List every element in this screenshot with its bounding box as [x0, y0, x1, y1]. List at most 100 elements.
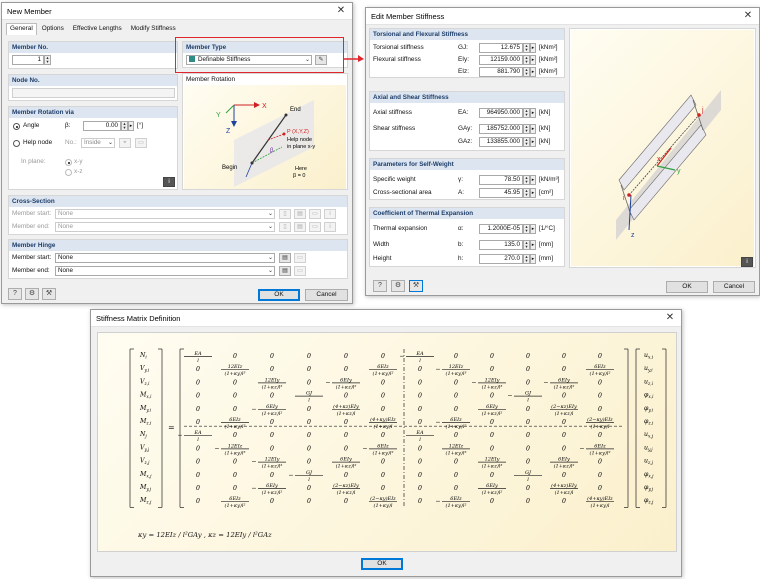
- matrix-entry-zero: 0: [381, 472, 385, 479]
- matrix-entry-zero: 0: [381, 379, 385, 386]
- matrix-entry-zero: 0: [598, 432, 602, 439]
- angle-arrow-button[interactable]: ▸: [128, 121, 134, 131]
- specific-weight-input[interactable]: 78.50: [479, 175, 523, 185]
- gaz-spinner[interactable]: ▴ ▾: [523, 137, 530, 147]
- eiz-arrow[interactable]: ▸: [530, 67, 536, 77]
- node-no-input: [12, 88, 175, 98]
- matrix-entry-zero: 0: [490, 419, 494, 426]
- matrix-entry: − 6EIy(1+κz)l²: [251, 483, 286, 496]
- cs-start-value: None: [58, 210, 74, 217]
- tab-effective-lengths[interactable]: Effective Lengths: [69, 23, 126, 35]
- help-icon[interactable]: ?: [8, 288, 22, 300]
- alpha-arrow[interactable]: ▸: [530, 224, 536, 234]
- alpha-input[interactable]: 1.2000E-05: [479, 224, 523, 234]
- matrix-panel: Ni Vy,i Vz,i Mx,i My,i Mz,i Nj Vy,j Vz,j Mx,j My,j…: [97, 332, 677, 552]
- eiz-spinner[interactable]: ▴ ▾: [523, 67, 530, 77]
- close-icon[interactable]: ✕: [330, 3, 352, 19]
- hinge-start-new-icon[interactable]: ▤: [279, 253, 291, 263]
- angle-spinner[interactable]: ▴ ▾: [121, 121, 128, 131]
- width-arrow[interactable]: ▸: [530, 240, 536, 250]
- ea-spinner[interactable]: ▴ ▾: [523, 108, 530, 118]
- eiy-arrow[interactable]: ▸: [530, 55, 536, 65]
- tab-options[interactable]: Options: [38, 23, 68, 35]
- area-input[interactable]: 45.95: [479, 188, 523, 198]
- ea-arrow[interactable]: ▸: [530, 108, 536, 118]
- hinge-end-new-icon[interactable]: ▤: [279, 266, 291, 276]
- axial-stiffness-label: Axial stiffness: [373, 109, 412, 116]
- entry-denominator: (1+κy)l³: [225, 449, 246, 456]
- entry-numerator: 6EIz: [450, 417, 462, 423]
- height-arrow[interactable]: ▸: [530, 254, 536, 264]
- matrix-entry-zero: 0: [381, 393, 385, 400]
- width-spinner[interactable]: ▴ ▾: [523, 240, 530, 250]
- matrix-entry-zero: 0: [454, 353, 458, 360]
- settings-icon[interactable]: ⚒: [42, 288, 56, 300]
- minus-sign: −: [399, 353, 404, 360]
- node-no-group: Node No.: [8, 74, 178, 101]
- gay-input[interactable]: 185752.000: [479, 124, 523, 134]
- angle-input[interactable]: 0.00: [83, 121, 121, 131]
- eiy-symbol: EIy:: [458, 56, 470, 63]
- hinge-end-select[interactable]: None ⌄: [55, 266, 275, 276]
- area-spinner[interactable]: ▴ ▾: [523, 188, 530, 198]
- eiz-input[interactable]: 881.790: [479, 67, 523, 77]
- ok-button[interactable]: OK: [258, 289, 300, 301]
- specific-weight-arrow[interactable]: ▸: [530, 175, 536, 185]
- tab-general[interactable]: General: [6, 23, 37, 35]
- gay-arrow[interactable]: ▸: [530, 124, 536, 134]
- eiy-input[interactable]: 12159.000: [479, 55, 523, 65]
- gj-arrow[interactable]: ▸: [530, 43, 536, 53]
- gaz-arrow[interactable]: ▸: [530, 137, 536, 147]
- width-label: Width: [373, 241, 390, 248]
- info-icon[interactable]: i: [163, 177, 175, 187]
- hinge-start-select[interactable]: None ⌄: [55, 253, 275, 263]
- matrix-entry-zero: 0: [598, 393, 602, 400]
- matrix-entry-zero: 0: [196, 393, 200, 400]
- tab-modify-stiffness[interactable]: Modify Stiffness: [127, 23, 180, 35]
- member-no-input[interactable]: 1: [12, 55, 44, 65]
- entry-numerator: (2−κz)EIy: [333, 482, 359, 489]
- cancel-button[interactable]: Cancel: [713, 281, 755, 293]
- matrix-entry-zero: 0: [344, 366, 348, 373]
- minus-sign: −: [214, 445, 219, 452]
- height-input[interactable]: 270.0: [479, 254, 523, 264]
- angle-radio[interactable]: [13, 123, 20, 130]
- matrix-entry-zero: 0: [233, 472, 237, 479]
- help-node-radio[interactable]: [13, 140, 20, 147]
- help-icon[interactable]: ?: [373, 280, 387, 292]
- entry-denominator: (1+κz)l: [555, 489, 574, 496]
- matrix-entry-zero: 0: [233, 353, 237, 360]
- matrix-entry: (2−κy)EIz(1+κy)l: [586, 416, 614, 430]
- units-icon[interactable]: ⚙: [391, 280, 405, 292]
- width-input[interactable]: 135.0: [479, 240, 523, 250]
- gj-input[interactable]: 12.675: [479, 43, 523, 53]
- close-icon[interactable]: ✕: [737, 8, 759, 24]
- ok-button[interactable]: OK: [361, 558, 403, 570]
- units-icon[interactable]: ⚙: [25, 288, 39, 300]
- height-spinner[interactable]: ▴ ▾: [523, 254, 530, 264]
- minus-sign: −: [362, 445, 367, 452]
- title-bar: Stiffness Matrix Definition ✕: [91, 310, 681, 327]
- gaz-input[interactable]: 133855.000: [479, 137, 523, 147]
- alpha-spinner[interactable]: ▴ ▾: [523, 224, 530, 234]
- member-no-spinner[interactable]: ▴ ▾: [44, 55, 51, 65]
- gj-spinner[interactable]: ▴ ▾: [523, 43, 530, 53]
- info-icon[interactable]: i: [741, 257, 753, 267]
- ok-button[interactable]: OK: [666, 281, 708, 293]
- entry-denominator: (1+κz)l: [555, 410, 574, 417]
- settings-icon[interactable]: ⚒: [409, 280, 423, 292]
- cancel-button[interactable]: Cancel: [305, 289, 348, 301]
- matrix-entry-zero: 0: [562, 419, 566, 426]
- matrix-entry-zero: 0: [233, 432, 237, 439]
- matrix-entry-zero: 0: [270, 445, 274, 452]
- rotation-diagram-svg: X Z Y End Begin P (X,Y,Z) Help node in p…: [216, 100, 315, 187]
- tab-strip: General Options Effective Lengths Modify…: [2, 20, 352, 35]
- ea-input[interactable]: 964950.000: [479, 108, 523, 118]
- eiy-spinner[interactable]: ▴ ▾: [523, 55, 530, 65]
- area-arrow[interactable]: ▸: [530, 188, 536, 198]
- close-icon[interactable]: ✕: [659, 310, 681, 326]
- specific-weight-spinner[interactable]: ▴ ▾: [523, 175, 530, 185]
- hinge-end-edit-icon: ▭: [294, 266, 306, 276]
- matrix-entry-zero: 0: [562, 432, 566, 439]
- gay-spinner[interactable]: ▴ ▾: [523, 124, 530, 134]
